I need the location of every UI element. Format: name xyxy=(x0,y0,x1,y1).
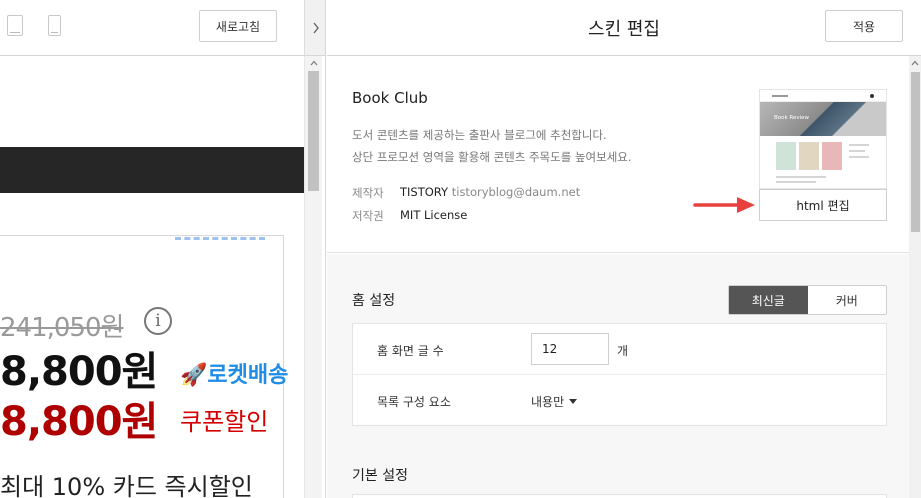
apply-button[interactable]: 적용 xyxy=(825,10,903,42)
mobile-view-icon[interactable] xyxy=(48,15,61,36)
maker-name: TISTORY xyxy=(400,185,449,199)
preview-scroll-thumb[interactable] xyxy=(308,71,319,191)
info-icon: i xyxy=(144,307,172,335)
thumbnail-text-line xyxy=(849,144,869,146)
list-components-label: 목록 구성 요소 xyxy=(377,395,451,409)
basic-settings-title: 기본 설정 xyxy=(352,468,408,484)
scroll-up-icon[interactable] xyxy=(305,56,323,70)
license-value: MIT License xyxy=(400,208,468,222)
blog-preview: 241,050원 i 8,800원 🚀로켓배송 8,800원 쿠폰할인 최대 1… xyxy=(0,57,304,498)
posts-count-label: 홈 화면 글 수 xyxy=(377,344,444,358)
thumbnail-card xyxy=(776,142,796,170)
thumbnail-hero-text: Book Review xyxy=(774,115,810,121)
home-settings-title: 홈 설정 xyxy=(352,293,396,309)
toggle-latest-posts[interactable]: 최신글 xyxy=(729,286,808,314)
skin-info-section: Book Club 도서 콘텐츠를 제공하는 출판사 블로그에 추천합니다. 상… xyxy=(327,57,909,253)
skin-name: Book Club xyxy=(352,89,428,107)
list-components-row: 목록 구성 요소 내용만 xyxy=(353,375,886,426)
toggle-cover[interactable]: 커버 xyxy=(807,286,886,314)
skin-editor-pane: 스킨 편집 적용 Book Club 도서 콘텐츠를 제공하는 출판사 블로그에… xyxy=(327,0,921,498)
coupon-price: 8,800원 xyxy=(0,399,158,445)
posts-count-unit: 개 xyxy=(617,344,629,358)
thumbnail-topbar xyxy=(760,90,886,102)
list-components-value: 내용만 xyxy=(531,395,565,409)
card-discount-label: 최대 10% 카드 즉시할인 xyxy=(0,473,253,498)
maker-label: 제작자 xyxy=(352,186,384,200)
rocket-delivery-label: 🚀로켓배송 xyxy=(180,363,289,388)
license-label: 저작권 xyxy=(352,209,384,223)
caret-down-icon xyxy=(569,399,578,404)
thumbnail-text-line xyxy=(776,176,826,178)
maker-value: TISTORY tistoryblog@daum.net xyxy=(400,185,580,199)
home-type-toggle: 최신글 커버 xyxy=(728,285,887,315)
settings-section: 홈 설정 최신글 커버 홈 화면 글 수 개 목록 구성 요소 내용만 기본 설… xyxy=(327,254,909,498)
thumbnail-card xyxy=(799,142,819,170)
thumbnail-hero: Book Review xyxy=(760,102,886,136)
html-edit-button[interactable]: html 편집 xyxy=(759,189,887,221)
skin-description-line-1: 도서 콘텐츠를 제공하는 출판사 블로그에 추천합니다. xyxy=(352,128,607,142)
preview-cut-text xyxy=(175,236,265,240)
maker-email: tistoryblog@daum.net xyxy=(451,185,581,199)
list-components-select[interactable]: 내용만 xyxy=(531,393,578,410)
thumbnail-text-line xyxy=(849,156,869,158)
collapse-panel-button[interactable] xyxy=(304,0,325,56)
arrow-annotation-icon xyxy=(693,197,755,213)
preview-header-bar xyxy=(0,147,304,193)
thumbnail-text-line xyxy=(776,181,816,183)
preview-pane: 새로고침 241,050원 i 8,800원 🚀로켓배송 8,800원 쿠폰할인… xyxy=(0,0,326,498)
posts-count-input[interactable] xyxy=(531,333,609,365)
desktop-view-icon[interactable] xyxy=(7,15,23,36)
home-settings-card: 홈 화면 글 수 개 목록 구성 요소 내용만 xyxy=(352,323,887,426)
refresh-button[interactable]: 새로고침 xyxy=(199,10,277,42)
scroll-up-icon[interactable] xyxy=(909,56,921,70)
posts-count-row: 홈 화면 글 수 개 xyxy=(353,324,886,375)
basic-settings-card xyxy=(352,494,887,498)
thumbnail-text-line xyxy=(849,150,865,152)
preview-scrollbar[interactable] xyxy=(304,56,322,498)
chevron-right-icon xyxy=(312,22,319,33)
skin-description-line-2: 상단 프로모션 영역을 활용해 콘텐츠 주목도를 높여보세요. xyxy=(352,150,632,164)
editor-header: 스킨 편집 적용 xyxy=(327,0,921,56)
editor-scrollbar[interactable] xyxy=(909,56,921,498)
skin-thumbnail: Book Review xyxy=(759,89,887,189)
preview-toolbar: 새로고침 xyxy=(0,0,304,56)
editor-scroll-thumb[interactable] xyxy=(911,72,920,232)
coupon-discount-label: 쿠폰할인 xyxy=(180,408,269,436)
thumbnail-card xyxy=(822,142,842,170)
